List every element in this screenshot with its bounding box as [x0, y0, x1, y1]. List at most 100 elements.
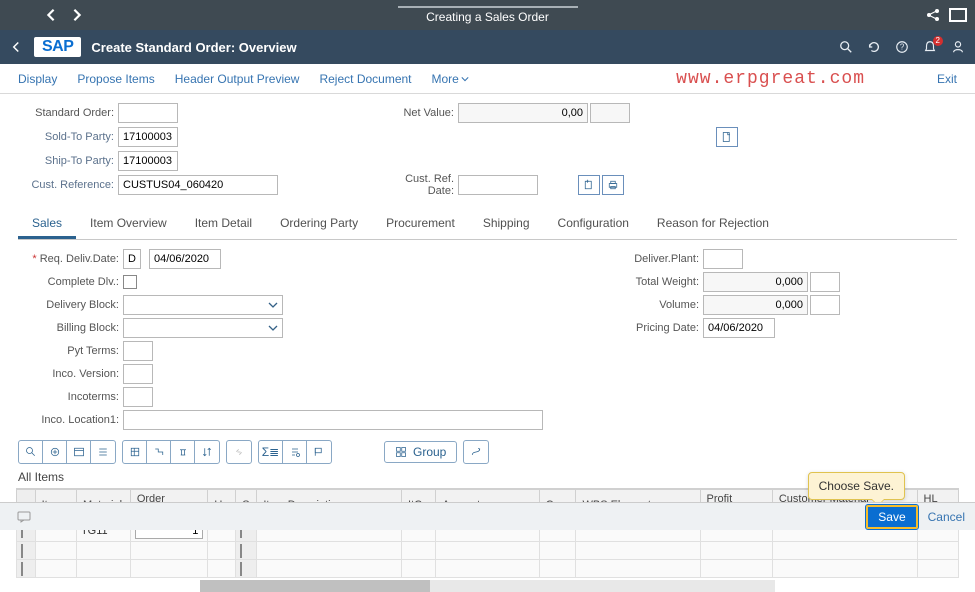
display-details-icon[interactable]: [19, 441, 43, 463]
action-toolbar: Display Propose Items Header Output Prev…: [0, 64, 975, 94]
share-icon[interactable]: [925, 7, 941, 23]
document-flow-icon[interactable]: [147, 441, 171, 463]
watermark: www.erpgreat.com: [676, 69, 865, 89]
billing-block-label: Billing Block:: [18, 322, 123, 334]
window-icon[interactable]: [949, 8, 967, 22]
variant-icon[interactable]: [283, 441, 307, 463]
tab-ordering-party[interactable]: Ordering Party: [266, 210, 372, 239]
s-checkbox[interactable]: [240, 562, 242, 576]
row-select-checkbox[interactable]: [21, 544, 23, 558]
delete-icon[interactable]: [171, 441, 195, 463]
inco-version-input[interactable]: [123, 364, 153, 384]
pricing-date-label: Pricing Date:: [623, 322, 703, 334]
incoterms-label: Incoterms:: [18, 391, 123, 403]
req-deliv-code[interactable]: [123, 249, 141, 269]
delivery-block-label: Delivery Block:: [18, 299, 123, 311]
tab-procurement[interactable]: Procurement: [372, 210, 469, 239]
row-select-checkbox[interactable]: [21, 562, 23, 576]
document-icon[interactable]: [716, 127, 738, 147]
volume-unit[interactable]: [810, 295, 840, 315]
notification-icon[interactable]: 2: [923, 40, 937, 54]
complete-dlv-label: Complete Dlv.:: [18, 276, 123, 288]
list-icon[interactable]: [91, 441, 115, 463]
cancel-button[interactable]: Cancel: [928, 510, 965, 524]
inco-version-label: Inco. Version:: [18, 368, 123, 380]
nav-back-icon[interactable]: [44, 8, 58, 22]
app-top-bar: Creating a Sales Order: [0, 0, 975, 30]
total-weight-label: Total Weight:: [623, 276, 703, 288]
schedule-icon[interactable]: [67, 441, 91, 463]
print-icon[interactable]: [602, 175, 624, 195]
ship-to-input[interactable]: [118, 151, 178, 171]
header-output-preview-link[interactable]: Header Output Preview: [175, 72, 300, 86]
total-weight-unit[interactable]: [810, 272, 840, 292]
cust-ref-label: Cust. Reference:: [18, 179, 118, 191]
inco-location1-input[interactable]: [123, 410, 543, 430]
standard-order-label: Standard Order:: [18, 107, 118, 119]
grid-toolbar: Σ≣ Group: [0, 436, 975, 466]
reject-document-link[interactable]: Reject Document: [319, 72, 411, 86]
tab-sales[interactable]: Sales: [18, 210, 76, 239]
pyt-terms-input[interactable]: [123, 341, 153, 361]
display-link[interactable]: Display: [18, 72, 57, 86]
pyt-terms-label: Pyt Terms:: [18, 345, 123, 357]
pricing-date-input[interactable]: [703, 318, 775, 338]
deliver-plant-input[interactable]: [703, 249, 743, 269]
volume-label: Volume:: [623, 299, 703, 311]
inco-location1-label: Inco. Location1:: [18, 414, 123, 426]
req-deliv-date[interactable]: [149, 249, 221, 269]
billing-block-combo[interactable]: [123, 318, 283, 338]
tab-item-overview[interactable]: Item Overview: [76, 210, 181, 239]
tab-configuration[interactable]: Configuration: [544, 210, 643, 239]
group-label: Group: [413, 445, 446, 459]
user-icon[interactable]: [951, 40, 965, 54]
net-value-input: [458, 103, 588, 123]
back-icon[interactable]: [10, 41, 22, 53]
tab-reason-for-rejection[interactable]: Reason for Rejection: [643, 210, 783, 239]
horizontal-scrollbar[interactable]: [200, 580, 775, 592]
notification-badge: 2: [933, 36, 943, 46]
propose-items-link[interactable]: Propose Items: [77, 72, 154, 86]
incoterms-input[interactable]: [123, 387, 153, 407]
exit-link[interactable]: Exit: [937, 72, 957, 86]
link-icon: [227, 441, 251, 463]
s-checkbox[interactable]: [240, 544, 242, 558]
nav-forward-icon[interactable]: [70, 8, 84, 22]
table-row[interactable]: [17, 542, 959, 560]
tab-item-detail[interactable]: Item Detail: [181, 210, 266, 239]
fast-change-icon[interactable]: [464, 441, 488, 463]
sum-icon[interactable]: Σ≣: [259, 441, 283, 463]
total-weight-value: [703, 272, 808, 292]
add-icon[interactable]: [43, 441, 67, 463]
tab-shipping[interactable]: Shipping: [469, 210, 544, 239]
table-row[interactable]: [17, 560, 959, 578]
tab-bar: Sales Item Overview Item Detail Ordering…: [18, 210, 957, 240]
cust-ref-input[interactable]: [118, 175, 278, 195]
refresh-icon[interactable]: [867, 40, 881, 54]
footer-bar: Save Cancel: [0, 502, 975, 530]
svg-text:?: ?: [900, 43, 905, 52]
standard-order-input[interactable]: [118, 103, 178, 123]
volume-value: [703, 295, 808, 315]
cust-ref-date-input[interactable]: [458, 175, 538, 195]
help-icon[interactable]: ?: [895, 40, 909, 54]
sales-tab-content: * Req. Deliv.Date: Complete Dlv.: Delive…: [0, 240, 975, 436]
create-doc-icon[interactable]: [578, 175, 600, 195]
more-link[interactable]: More: [432, 72, 469, 86]
complete-dlv-checkbox[interactable]: [123, 275, 137, 289]
group-button[interactable]: Group: [384, 441, 457, 463]
sold-to-input[interactable]: [118, 127, 178, 147]
search-icon[interactable]: [839, 40, 853, 54]
tooltip-text: Choose Save.: [819, 479, 894, 493]
delivery-block-combo[interactable]: [123, 295, 283, 315]
save-button[interactable]: Save: [866, 505, 917, 529]
conditions-icon[interactable]: [123, 441, 147, 463]
more-label: More: [432, 72, 459, 86]
sold-to-label: Sold-To Party:: [18, 131, 118, 143]
page-title: Create Standard Order: Overview: [91, 40, 296, 55]
message-icon[interactable]: [16, 509, 32, 525]
sort-icon[interactable]: [195, 441, 219, 463]
ship-to-label: Ship-To Party:: [18, 155, 118, 167]
sap-logo: SAP: [34, 37, 81, 57]
config-flag-icon[interactable]: [307, 441, 331, 463]
